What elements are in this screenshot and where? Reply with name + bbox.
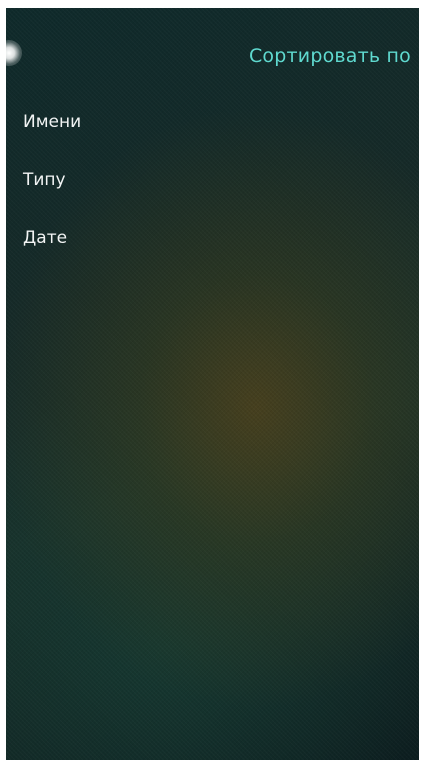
sort-menu-screen: Сортировать по Имени Типу Дате <box>6 8 419 760</box>
light-glow-icon <box>6 40 22 66</box>
sort-option-name[interactable]: Имени <box>23 112 81 170</box>
sort-options-list: Имени Типу Дате <box>23 112 81 286</box>
sort-option-date[interactable]: Дате <box>23 228 81 286</box>
sort-by-title: Сортировать по <box>248 45 411 67</box>
sort-option-type[interactable]: Типу <box>23 170 81 228</box>
